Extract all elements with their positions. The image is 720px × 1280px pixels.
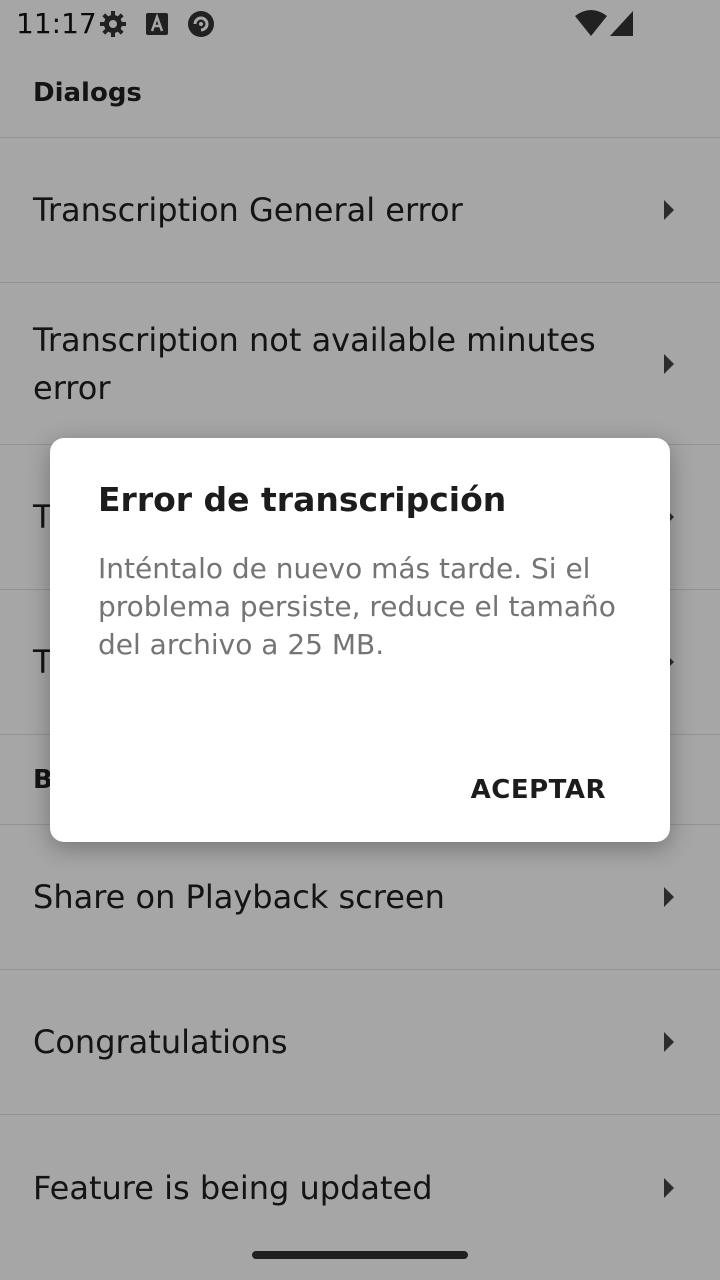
dialog-message: Inténtalo de nuevo más tarde. Si el prob… [98, 552, 616, 661]
dialog-title: Error de transcripción [98, 480, 507, 519]
accept-button[interactable]: ACEPTAR [455, 768, 622, 812]
home-gesture-bar[interactable] [252, 1251, 468, 1259]
error-dialog: Error de transcripción Inténtalo de nuev… [50, 438, 670, 842]
